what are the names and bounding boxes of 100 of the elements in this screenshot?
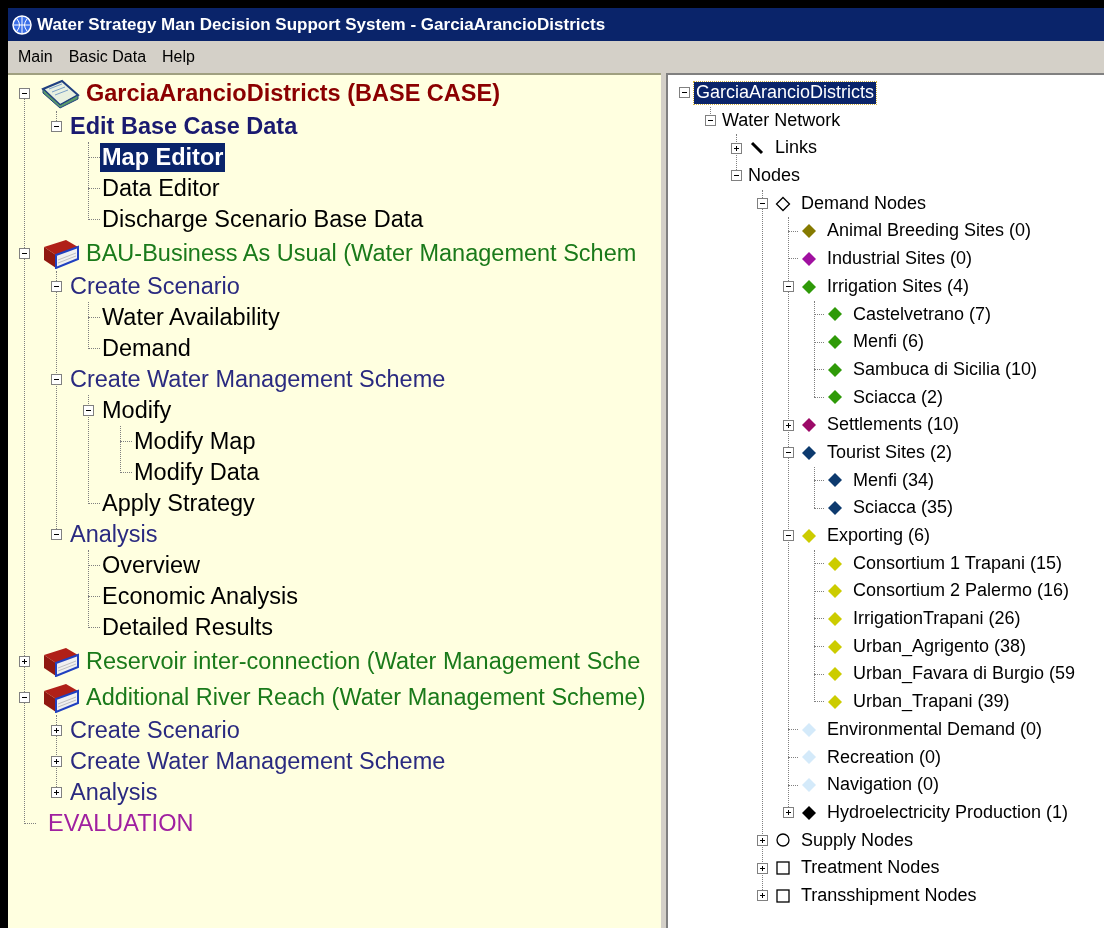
tree-item[interactable]: Demand Nodes	[799, 192, 929, 215]
expand-button[interactable]	[782, 419, 794, 431]
tree-item[interactable]: Analysis	[68, 520, 160, 549]
menu-item[interactable]: Main	[10, 45, 61, 69]
collapse-button[interactable]	[782, 447, 794, 459]
expand-button[interactable]	[782, 807, 794, 819]
tree-item[interactable]: Detailed Results	[100, 613, 276, 642]
tree-item[interactable]: Urban_Trapani (39)	[851, 691, 1012, 713]
plus-icon	[51, 757, 61, 766]
diamond-icon	[775, 195, 791, 212]
tree-item[interactable]: Economic Analysis	[100, 582, 300, 611]
tree-item[interactable]: Treatment Nodes	[799, 857, 942, 879]
tree-item[interactable]: Modify Map	[132, 427, 258, 456]
collapse-button[interactable]	[18, 87, 30, 99]
collapse-button[interactable]	[50, 281, 62, 292]
menu-item[interactable]: Basic Data	[60, 45, 155, 69]
diamond-icon	[827, 610, 843, 627]
tree-item[interactable]: Sambuca di Sicilia (10)	[851, 358, 1040, 381]
tree-item[interactable]: Urban_Favara di Burgio (59	[851, 663, 1078, 686]
collapse-button[interactable]	[730, 170, 742, 182]
tree-item[interactable]: Navigation (0)	[825, 774, 942, 796]
tree-item[interactable]: IrrigationTrapani (26)	[851, 608, 1023, 630]
collapse-button[interactable]	[756, 198, 768, 210]
tree-item[interactable]: Discharge Scenario Base Data	[100, 205, 426, 234]
expand-button[interactable]	[756, 890, 768, 902]
tree-item[interactable]: Create Water Management Scheme	[68, 365, 448, 394]
tree-item[interactable]: Edit Base Case Data	[68, 112, 300, 141]
expand-button[interactable]	[756, 834, 768, 846]
diamond-icon	[801, 527, 817, 544]
tree-item[interactable]: Environmental Demand (0)	[825, 718, 1045, 741]
tree-item[interactable]: Apply Strategy	[100, 489, 257, 518]
expand-button[interactable]	[18, 655, 30, 667]
tree-item[interactable]: Demand	[100, 334, 193, 363]
diamond-icon	[801, 749, 817, 766]
collapse-button[interactable]	[50, 121, 62, 132]
diamond-icon	[801, 444, 817, 461]
window-title: Water Strategy Man Decision Support System - GarciaArancioDistricts	[37, 13, 606, 36]
diamond-icon	[801, 250, 817, 267]
diamond-icon	[827, 666, 843, 683]
tree-item[interactable]: Castelvetrano (7)	[851, 303, 994, 326]
tree-item[interactable]: Consortium 2 Palermo (16)	[851, 580, 1072, 602]
tree-item[interactable]: Overview	[100, 551, 202, 580]
tree-item[interactable]: Tourist Sites (2)	[825, 442, 955, 464]
globe-icon	[11, 13, 33, 36]
expand-button[interactable]	[756, 862, 768, 874]
tree-item[interactable]: Supply Nodes	[799, 829, 916, 852]
menu-item[interactable]: Help	[154, 45, 203, 69]
tree-item[interactable]: Menfi (34)	[851, 469, 937, 492]
tree-item[interactable]: Recreation (0)	[825, 746, 944, 769]
tree-item[interactable]: Water Availability	[100, 303, 282, 332]
expand-button[interactable]	[50, 787, 62, 798]
tree-item[interactable]: Water Network	[720, 109, 843, 132]
diamond-icon	[827, 334, 843, 351]
tree-item[interactable]: GarciaArancioDistricts	[694, 82, 877, 104]
tree-item[interactable]: Urban_Agrigento (38)	[851, 635, 1029, 658]
tree-item[interactable]: Consortium 1 Trapani (15)	[851, 552, 1065, 575]
line-icon	[749, 140, 765, 157]
collapse-button[interactable]	[678, 87, 690, 99]
collapse-button[interactable]	[704, 115, 716, 127]
diamond-icon	[801, 223, 817, 240]
tree-item[interactable]: Analysis	[68, 778, 160, 807]
collapse-button[interactable]	[782, 530, 794, 542]
collapse-button[interactable]	[82, 405, 94, 416]
diamond-icon	[827, 361, 843, 378]
tree-item[interactable]: Reservoir inter-connection (Water Management Sche	[84, 646, 643, 676]
expand-button[interactable]	[730, 142, 742, 154]
plus-icon	[731, 143, 741, 153]
expand-button[interactable]	[50, 725, 62, 736]
diamond-icon	[827, 555, 843, 572]
collapse-button[interactable]	[18, 691, 30, 703]
tree-item[interactable]: Menfi (6)	[851, 331, 926, 353]
tree-item[interactable]: Sciacca (35)	[851, 497, 956, 519]
tree-item[interactable]: Animal Breeding Sites (0)	[825, 220, 1034, 243]
tree-item[interactable]: Create Scenario	[68, 716, 242, 745]
tree-item[interactable]: Nodes	[746, 165, 803, 187]
tree-item[interactable]: BAU-Business As Usual (Water Management Schem	[84, 238, 639, 268]
tree-item[interactable]: Create Water Management Scheme	[68, 747, 448, 776]
tree-item[interactable]: GarciaArancioDistricts (BASE CASE)	[84, 78, 502, 108]
tree-item[interactable]: Settlements (10)	[825, 414, 962, 436]
tree-item[interactable]: Modify	[100, 396, 174, 425]
plus-icon	[757, 863, 767, 873]
tree-item[interactable]: Hydroelectricity Production (1)	[825, 801, 1071, 824]
diamond-icon	[801, 278, 817, 295]
tree-item[interactable]: Exporting (6)	[825, 525, 933, 547]
tree-item[interactable]: EVALUATION	[46, 809, 196, 838]
collapse-button[interactable]	[50, 529, 62, 540]
tree-item[interactable]: Map Editor	[100, 143, 226, 172]
tree-item[interactable]: Data Editor	[100, 174, 222, 203]
collapse-button[interactable]	[18, 247, 30, 259]
tree-item[interactable]: Links	[773, 137, 820, 159]
tree-item[interactable]: Modify Data	[132, 458, 262, 487]
collapse-button[interactable]	[782, 281, 794, 293]
tree-item[interactable]: Irrigation Sites (4)	[825, 275, 972, 298]
expand-button[interactable]	[50, 756, 62, 767]
collapse-button[interactable]	[50, 374, 62, 385]
tree-item[interactable]: Sciacca (2)	[851, 386, 946, 409]
tree-item[interactable]: Create Scenario	[68, 272, 242, 301]
tree-item[interactable]: Transshipment Nodes	[799, 885, 979, 907]
tree-item[interactable]: Additional River Reach (Water Management Scheme)	[84, 682, 648, 712]
tree-item[interactable]: Industrial Sites (0)	[825, 248, 975, 270]
